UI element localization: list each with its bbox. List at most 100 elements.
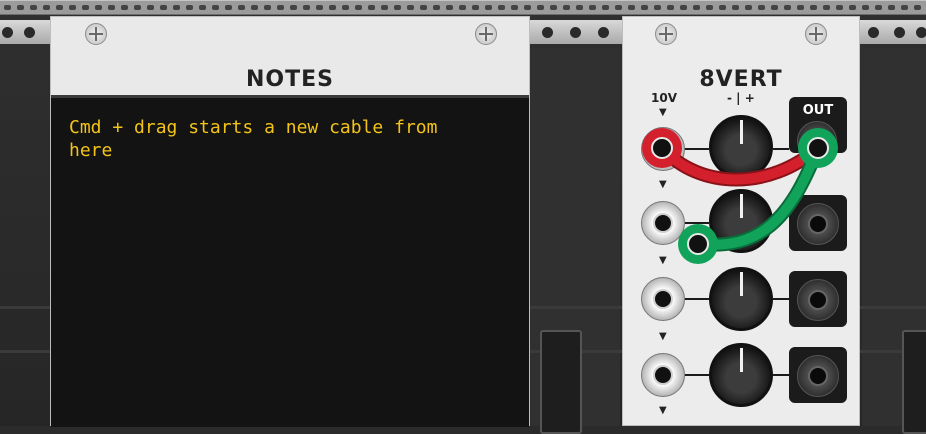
rail-hole [82,5,89,10]
top-rail [0,0,926,15]
gain-knob-1[interactable] [709,115,773,179]
screw-icon [655,23,677,45]
output-box-3 [789,271,847,327]
rail-hole [394,5,401,10]
trace-line [773,148,789,150]
arrow-down-icon: ▼ [659,255,667,266]
rail-hole [381,5,388,10]
input-jack-1[interactable] [641,127,685,171]
output-jack-2[interactable] [797,203,839,245]
screw-icon [475,23,497,45]
trace-line [773,374,789,376]
rail-hole [641,5,648,10]
trace-line [685,148,709,150]
rail-hole [524,5,531,10]
rack-rail-middle [530,20,622,44]
gain-knob-3[interactable] [709,267,773,331]
rail-hole [589,5,596,10]
gain-knob-4[interactable] [709,343,773,407]
rail-hole [849,5,856,10]
arrow-down-icon: ▼ [659,331,667,342]
notes-module[interactable]: NOTES Cmd + drag starts a new cable from… [50,16,530,427]
notes-text-area[interactable]: Cmd + drag starts a new cable from here [51,95,529,427]
gain-knob-2[interactable] [709,189,773,253]
rail-hole [797,5,804,10]
output-jack-4[interactable] [797,355,839,397]
rail-hole [836,5,843,10]
rail-hole [706,5,713,10]
rail-hole [563,5,570,10]
eight-vert-module[interactable]: 8VERT 10V ▼ - | + OUT ▼ ▼ ▼ ▼ [622,16,860,426]
trace-line [773,298,789,300]
rail-hole [303,5,310,10]
rail-hole [56,5,63,10]
arrow-down-icon: ▼ [659,107,667,118]
rail-hole [823,5,830,10]
rail-hole [121,5,128,10]
rail-hole [264,5,271,10]
screw-icon [85,23,107,45]
rail-hole [485,5,492,10]
module-title: NOTES [246,67,334,92]
rail-hole [277,5,284,10]
rail-hole [576,5,583,10]
output-box-2 [789,195,847,251]
rail-hole [875,5,882,10]
notes-text[interactable]: Cmd + drag starts a new cable from here [69,116,489,162]
rail-hole [862,5,869,10]
rail-hole [628,5,635,10]
rail-hole [407,5,414,10]
rail-hole [719,5,726,10]
rail-hole [355,5,362,10]
rail-hole [550,5,557,10]
rail-hole [784,5,791,10]
rail-hole [446,5,453,10]
rail-hole [199,5,206,10]
rail-hole [615,5,622,10]
rail-hole [4,5,11,10]
input-jack-3[interactable] [641,277,685,321]
rail-hole [732,5,739,10]
input-jack-2[interactable] [641,201,685,245]
rail-hole [186,5,193,10]
ribbon-connector [902,330,926,434]
rail-hole [498,5,505,10]
rail-hole [602,5,609,10]
rack-rail-left [0,20,50,44]
rail-hole [30,5,37,10]
rail-hole [914,5,921,10]
rail-hole [693,5,700,10]
rail-hole [69,5,76,10]
gain-label: - | + [727,91,755,105]
trace-line [685,374,709,376]
rail-hole [511,5,518,10]
rail-hole [160,5,167,10]
input-jack-4[interactable] [641,353,685,397]
rail-hole [667,5,674,10]
arrow-down-icon: ▼ [659,405,667,416]
output-box-4 [789,347,847,403]
rail-hole [771,5,778,10]
rack-rail-right [860,20,926,44]
output-jack-3[interactable] [797,279,839,321]
rail-hole [901,5,908,10]
rail-hole [329,5,336,10]
output-jack-1[interactable] [797,121,837,161]
rail-hole [134,5,141,10]
rail-hole [472,5,479,10]
trace-line [685,298,709,300]
rail-hole [420,5,427,10]
rail-hole [810,5,817,10]
arrow-down-icon: ▼ [659,179,667,190]
rail-hole [758,5,765,10]
ribbon-connector [540,330,582,434]
screw-icon [805,23,827,45]
trace-line [685,222,709,224]
rail-hole [43,5,50,10]
rail-hole [459,5,466,10]
rail-hole [17,5,24,10]
rail-hole [108,5,115,10]
module-title: 8VERT [699,67,783,92]
rail-hole [745,5,752,10]
output-label: OUT [802,103,834,118]
